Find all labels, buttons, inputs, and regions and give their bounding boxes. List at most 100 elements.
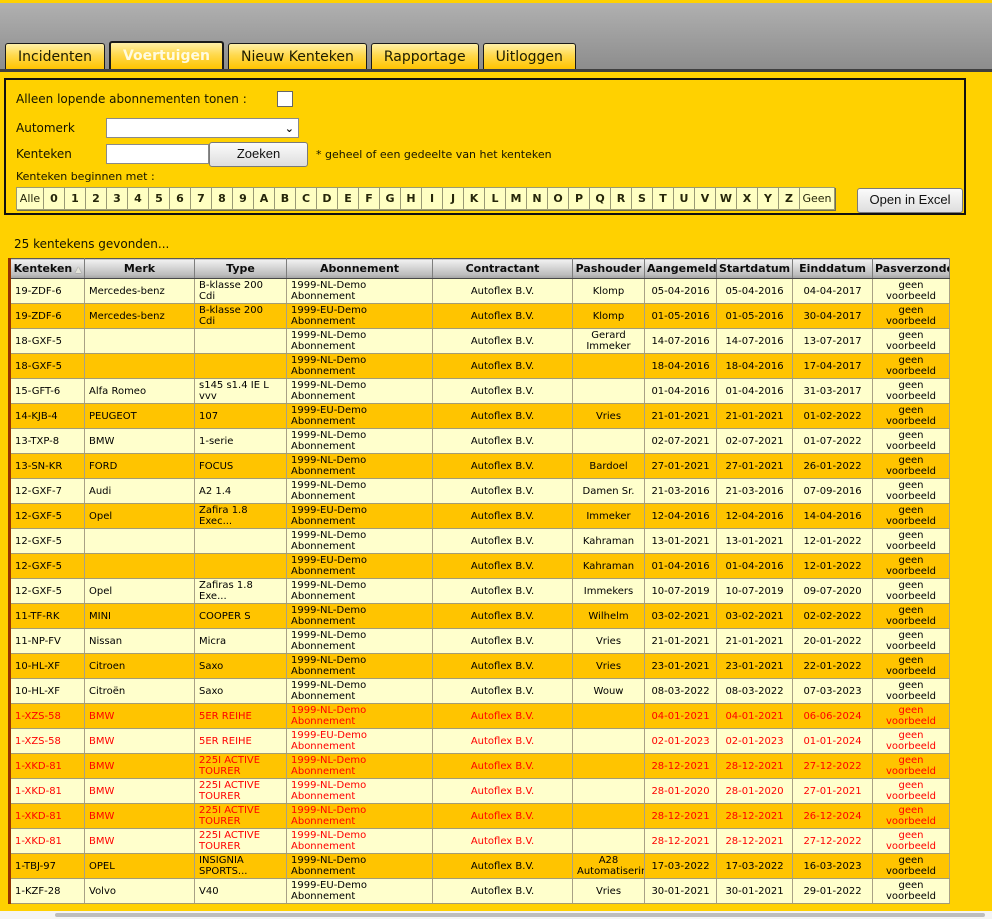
table-row[interactable]: 19-ZDF-6Mercedes-benzB-klasse 200 Cdi199… (10, 304, 950, 329)
open-in-excel-button[interactable]: Open in Excel (857, 188, 963, 213)
sort-asc-icon: ▲ (75, 265, 81, 274)
letter-filter-x[interactable]: X (737, 188, 758, 209)
letter-filter-alle[interactable]: Alle (17, 188, 44, 209)
table-row[interactable]: 18-GXF-51999-NL-Demo AbonnementAutoflex … (10, 329, 950, 354)
letter-filter-r[interactable]: R (611, 188, 632, 209)
column-header-type[interactable]: Type (195, 259, 287, 279)
letter-filter-l[interactable]: L (485, 188, 506, 209)
cell-merk: Nissan (85, 629, 195, 654)
letter-filter-p[interactable]: P (569, 188, 590, 209)
cell-aangemeld: 12-04-2016 (645, 504, 717, 529)
letter-filter-c[interactable]: C (296, 188, 317, 209)
letter-filter-d[interactable]: D (317, 188, 338, 209)
tab-uitloggen[interactable]: Uitloggen (483, 43, 576, 69)
table-row[interactable]: 1-XKD-81BMW225I ACTIVE TOURER1999-NL-Dem… (10, 779, 950, 804)
brand-select[interactable]: ⌄ (106, 118, 299, 138)
table-row[interactable]: 1-XKD-81BMW225I ACTIVE TOURER1999-NL-Dem… (10, 754, 950, 779)
horizontal-scrollbar[interactable] (0, 911, 992, 919)
letter-filter-m[interactable]: M (506, 188, 527, 209)
table-row[interactable]: 12-GXF-51999-EU-Demo AbonnementAutoflex … (10, 554, 950, 579)
table-row[interactable]: 11-TF-RKMINICOOPER S1999-NL-Demo Abonnem… (10, 604, 950, 629)
letter-filter-h[interactable]: H (401, 188, 422, 209)
cell-aangemeld: 28-12-2021 (645, 754, 717, 779)
letter-filter-f[interactable]: F (359, 188, 380, 209)
table-row[interactable]: 1-KZF-28VolvoV401999-EU-Demo AbonnementA… (10, 879, 950, 904)
table-row[interactable]: 12-GXF-7AudiA2 1.41999-NL-Demo Abonnemen… (10, 479, 950, 504)
cell-merk: BMW (85, 804, 195, 829)
column-header-merk[interactable]: Merk (85, 259, 195, 279)
column-header-abonnement[interactable]: Abonnement (287, 259, 433, 279)
column-header-startdatum[interactable]: Startdatum (717, 259, 793, 279)
letter-filter-w[interactable]: W (716, 188, 737, 209)
letter-filter-e[interactable]: E (338, 188, 359, 209)
letter-filter-s[interactable]: S (632, 188, 653, 209)
letter-filter-1[interactable]: 1 (65, 188, 86, 209)
letter-filter-t[interactable]: T (653, 188, 674, 209)
column-header-einddatum[interactable]: Einddatum (793, 259, 873, 279)
letter-filter-j[interactable]: J (443, 188, 464, 209)
letter-filter-6[interactable]: 6 (170, 188, 191, 209)
letter-filter-2[interactable]: 2 (86, 188, 107, 209)
table-row[interactable]: 12-GXF-51999-NL-Demo AbonnementAutoflex … (10, 529, 950, 554)
table-row[interactable]: 11-NP-FVNissanMicra1999-NL-Demo Abonneme… (10, 629, 950, 654)
table-row[interactable]: 12-GXF-5OpelZafiras 1.8 Exe...1999-NL-De… (10, 579, 950, 604)
letter-filter-a[interactable]: A (254, 188, 275, 209)
scrollbar-thumb[interactable] (55, 913, 985, 917)
letter-filter-4[interactable]: 4 (128, 188, 149, 209)
letter-filter-q[interactable]: Q (590, 188, 611, 209)
letter-filter-9[interactable]: 9 (233, 188, 254, 209)
cell-aangemeld: 02-01-2023 (645, 729, 717, 754)
table-row[interactable]: 1-XZS-58BMW5ER REIHE1999-EU-Demo Abonnem… (10, 729, 950, 754)
cell-kenteken: 12-GXF-5 (10, 529, 85, 554)
cell-type: Saxo (195, 654, 287, 679)
letter-filter-g[interactable]: G (380, 188, 401, 209)
column-header-aangemeld[interactable]: Aangemeld (645, 259, 717, 279)
cell-abonnement: 1999-NL-Demo Abonnement (287, 479, 433, 504)
plate-input[interactable] (106, 144, 209, 164)
running-only-checkbox[interactable] (277, 91, 293, 107)
table-row[interactable]: 14-KJB-4PEUGEOT1071999-EU-Demo Abonnemen… (10, 404, 950, 429)
letter-filter-7[interactable]: 7 (191, 188, 212, 209)
column-header-kenteken[interactable]: Kenteken▲ (10, 259, 85, 279)
table-row[interactable]: 1-XZS-58BMW5ER REIHE1999-NL-Demo Abonnem… (10, 704, 950, 729)
column-header-pashouder[interactable]: Pashouder (573, 259, 645, 279)
letter-filter-geen[interactable]: Geen (800, 188, 834, 209)
table-row[interactable]: 1-XKD-81BMW225I ACTIVE TOURER1999-NL-Dem… (10, 829, 950, 854)
table-row[interactable]: 13-TXP-8BMW1-serie1999-NL-Demo Abonnemen… (10, 429, 950, 454)
column-header-pasverzonden[interactable]: Pasverzonden (873, 259, 950, 279)
letter-filter-0[interactable]: 0 (44, 188, 65, 209)
cell-contractant: Autoflex B.V. (433, 804, 573, 829)
table-row[interactable]: 10-HL-XFCitroënSaxo1999-NL-Demo Abonneme… (10, 679, 950, 704)
search-button[interactable]: Zoeken (209, 142, 308, 167)
tab-voertuigen[interactable]: Voertuigen (109, 41, 224, 69)
cell-einddatum: 09-07-2020 (793, 579, 873, 604)
letter-filter-v[interactable]: V (695, 188, 716, 209)
table-row[interactable]: 1-TBJ-97OPELINSIGNIA SPORTS...1999-NL-De… (10, 854, 950, 879)
column-header-contractant[interactable]: Contractant (433, 259, 573, 279)
cell-pashouder (573, 829, 645, 854)
table-row[interactable]: 18-GXF-51999-NL-Demo AbonnementAutoflex … (10, 354, 950, 379)
tab-nieuw-kenteken[interactable]: Nieuw Kenteken (228, 43, 367, 69)
table-row[interactable]: 13-SN-KRFORDFOCUS1999-NL-Demo Abonnement… (10, 454, 950, 479)
letter-filter-8[interactable]: 8 (212, 188, 233, 209)
table-row[interactable]: 19-ZDF-6Mercedes-benzB-klasse 200 Cdi199… (10, 279, 950, 304)
letter-filter-u[interactable]: U (674, 188, 695, 209)
cell-type: B-klasse 200 Cdi (195, 279, 287, 304)
letter-filter-i[interactable]: I (422, 188, 443, 209)
table-row[interactable]: 1-XKD-81BMW225I ACTIVE TOURER1999-NL-Dem… (10, 804, 950, 829)
table-row[interactable]: 15-GFT-6Alfa Romeos145 s1.4 IE L vvv1999… (10, 379, 950, 404)
table-row[interactable]: 12-GXF-5OpelZafira 1.8 Exec...1999-EU-De… (10, 504, 950, 529)
tab-rapportage[interactable]: Rapportage (371, 43, 479, 69)
letter-filter-o[interactable]: O (548, 188, 569, 209)
letter-filter-z[interactable]: Z (779, 188, 800, 209)
letter-filter-n[interactable]: N (527, 188, 548, 209)
cell-merk: Citroen (85, 654, 195, 679)
tab-incidenten[interactable]: Incidenten (5, 43, 105, 69)
letter-filter-5[interactable]: 5 (149, 188, 170, 209)
letter-filter-3[interactable]: 3 (107, 188, 128, 209)
letter-filter-k[interactable]: K (464, 188, 485, 209)
cell-kenteken: 1-XKD-81 (10, 754, 85, 779)
letter-filter-y[interactable]: Y (758, 188, 779, 209)
table-row[interactable]: 10-HL-XFCitroenSaxo1999-NL-Demo Abonneme… (10, 654, 950, 679)
letter-filter-b[interactable]: B (275, 188, 296, 209)
